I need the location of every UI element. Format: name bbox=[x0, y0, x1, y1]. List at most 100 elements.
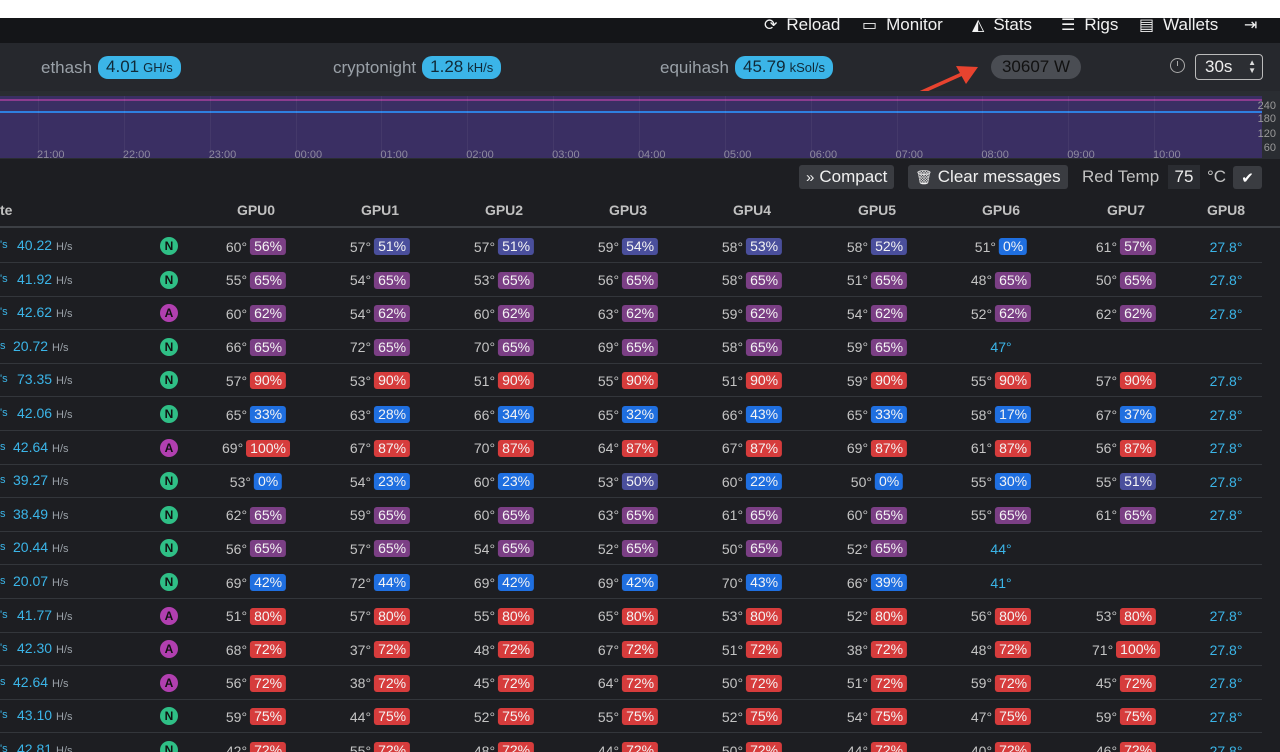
nav-stats[interactable]: ◭ Stats bbox=[972, 12, 1032, 38]
gpu-fan-badge: 23% bbox=[498, 473, 535, 491]
table-row[interactable]: 's 43.10 H/s N 59° 75% 44° 75% 52° 75% 55° 75% 52° 75… bbox=[0, 699, 1262, 734]
gpu-temperature: 69° bbox=[222, 440, 244, 457]
gpu-temperature: 67° bbox=[597, 641, 620, 658]
nav-logout[interactable]: ⇥ bbox=[1244, 12, 1266, 38]
gpu-temperature: 60° bbox=[225, 238, 248, 255]
gpu-temperature: 58° bbox=[846, 238, 869, 255]
clear-messages-button[interactable]: 🗑 Clear messages bbox=[908, 165, 1068, 189]
gpu-cell: 70° 65% bbox=[474, 338, 535, 357]
gpu-cell: 60° 23% bbox=[474, 472, 535, 491]
table-row[interactable]: s 20.44 H/s N 56° 65% 57° 65% 54° 65% 52° 65% 50° 65%… bbox=[0, 531, 1262, 566]
hashrate-chart: 21:00 22:00 23:00 00:00 01:00 02:00 03:00 04:00… bbox=[0, 91, 1280, 161]
table-row[interactable]: s 39.27 H/s N 53° 0% 54° 23% 60° 23% 53° 50% 60° 22% 5… bbox=[0, 464, 1262, 499]
table-row[interactable]: 's 73.35 H/s N 57° 90% 53° 90% 51° 90% 55° 90% 51° 90… bbox=[0, 363, 1262, 398]
gpu-temperature: 59° bbox=[1095, 708, 1118, 725]
refresh-interval-select[interactable]: 30s ▲ ▼ bbox=[1195, 54, 1263, 80]
red-temp-unit: °C bbox=[1207, 167, 1227, 186]
gpu-fan-badge: 62% bbox=[374, 305, 411, 323]
table-row[interactable]: s 20.07 H/s N 69° 42% 72° 44% 69° 42% 69° 42% 70° 43%… bbox=[0, 565, 1262, 599]
algo-equihash-unit: kSol/s bbox=[789, 60, 825, 75]
gpu-cell: 54° 23% bbox=[350, 472, 411, 491]
gpu-cell: 58° 17% bbox=[971, 405, 1032, 424]
gpu-cell: 47° bbox=[990, 338, 1011, 357]
gpu-fan-badge: 90% bbox=[871, 372, 908, 390]
nav-reload[interactable]: ⟳ Reload bbox=[764, 12, 840, 38]
gpu-temperature: 50° bbox=[1095, 272, 1118, 289]
nav-wallets[interactable]: ▤ Wallets bbox=[1139, 12, 1218, 38]
red-temp-apply-button[interactable]: ✔ bbox=[1233, 166, 1262, 189]
table-row[interactable]: 's 40.22 H/s N 60° 56% 57° 51% 57° 51% 59° 54% 58° 53… bbox=[0, 229, 1262, 263]
table-row[interactable]: s 20.72 H/s N 66° 65% 72° 65% 70° 65% 69° 65% 58° 65%… bbox=[0, 330, 1262, 364]
table-row[interactable]: 's 41.92 H/s N 55° 65% 54° 65% 53° 65% 56° 65% 58° 65… bbox=[0, 263, 1262, 297]
gpu-cell: 69° 100% bbox=[222, 439, 290, 458]
row-hashrate: 41.92 H/s bbox=[17, 271, 73, 287]
row-hashrate-value: 39.27 bbox=[13, 472, 49, 489]
double-chevron-right-icon: » bbox=[806, 168, 815, 186]
gpu-cell: 61° 65% bbox=[722, 506, 783, 525]
row-rate-unit-truncated: 's bbox=[0, 407, 8, 419]
table-row[interactable]: 's 41.77 H/s A 51° 80% 57° 80% 55° 80% 65° 80% 53° 80… bbox=[0, 599, 1262, 633]
gpu-cell: 27.8° bbox=[1210, 607, 1243, 626]
wallet-icon: ▤ bbox=[1139, 17, 1155, 34]
gpu-temperature: 58° bbox=[721, 339, 744, 356]
gpu-temperature: 65° bbox=[597, 608, 620, 625]
table-row[interactable]: 's 42.81 H/s N 42° 72% 55° 72% 48° 72% 44° 72% 50° 72… bbox=[0, 733, 1262, 752]
gpu-vendor-badge: A bbox=[160, 438, 178, 457]
algo-equihash-label: equihash bbox=[660, 57, 730, 77]
row-hashrate-unit: H/s bbox=[52, 476, 69, 489]
gpu-temperature: 51° bbox=[721, 641, 744, 658]
gpu-fan-badge: 87% bbox=[871, 439, 908, 457]
gpu-temperature: 56° bbox=[597, 272, 620, 289]
gpu-temperature: 59° bbox=[846, 372, 869, 389]
nav-monitor[interactable]: ▭ Monitor bbox=[862, 12, 943, 38]
gpu-fan-badge: 22% bbox=[746, 473, 783, 491]
gpu-cell: 51° 90% bbox=[474, 371, 535, 390]
gpu-cell: 57° 51% bbox=[474, 237, 535, 256]
chart-series-purple bbox=[0, 99, 1262, 101]
gpu-cell: 60° 65% bbox=[474, 506, 535, 525]
column-header-gpu: GPU7 bbox=[1106, 202, 1146, 218]
gpu-cell: 58° 65% bbox=[722, 271, 783, 290]
gpu-fan-badge: 65% bbox=[498, 506, 535, 524]
gpu-fan-badge: 62% bbox=[498, 305, 535, 323]
gpu-temperature: 69° bbox=[225, 574, 248, 591]
gpu-fan-badge: 65% bbox=[374, 271, 411, 289]
gpu-fan-badge: 72% bbox=[871, 641, 908, 659]
gpu-cell: 42° 72% bbox=[226, 741, 287, 752]
nav-rigs[interactable]: ☰ Rigs bbox=[1061, 12, 1118, 38]
gpu-temperature: 53° bbox=[229, 473, 251, 490]
table-row[interactable]: 's 42.06 H/s N 65° 33% 63° 28% 66° 34% 65° 32% 66° 43… bbox=[0, 397, 1262, 431]
gpu-cell: 64° 72% bbox=[598, 674, 659, 693]
gpu-fan-badge: 90% bbox=[250, 372, 287, 390]
gpu-fan-badge: 42% bbox=[498, 574, 535, 591]
gpu-fan-badge: 51% bbox=[374, 238, 411, 255]
gpu-cell: 56° 72% bbox=[226, 674, 287, 693]
gpu-cell: 57° 51% bbox=[350, 237, 411, 256]
gpu-cell: 51° 0% bbox=[975, 237, 1028, 256]
table-row[interactable]: 's 42.30 H/s A 68° 72% 37° 72% 48° 72% 67° 72% 51° 72… bbox=[0, 632, 1262, 667]
gpu-cell: 67° 72% bbox=[597, 640, 659, 659]
compact-button[interactable]: » Compact bbox=[799, 165, 895, 189]
gpu-temperature: 61° bbox=[1095, 238, 1118, 255]
gpu-fan-badge: 28% bbox=[374, 406, 411, 423]
table-row[interactable]: 's 42.62 H/s A 60° 62% 54° 62% 60° 62% 63° 62% 59° 62… bbox=[0, 296, 1262, 331]
table-row[interactable]: s 38.49 H/s N 62° 65% 59° 65% 60° 65% 63° 65% 61° 65%… bbox=[0, 498, 1262, 532]
gpu-cell: 48° 72% bbox=[474, 640, 535, 659]
row-hashrate-unit: H/s bbox=[52, 543, 69, 556]
algo-equihash: equihash 45.79 kSol/s bbox=[660, 56, 833, 79]
gpu-fan-badge: 42% bbox=[622, 574, 659, 591]
gpu-fan-badge: 65% bbox=[871, 271, 908, 289]
red-temp-input[interactable]: 75 bbox=[1168, 165, 1200, 189]
table-row[interactable]: s 42.64 H/s A 69° 100% 67° 87% 70° 87% 64° 87% 67° 87… bbox=[0, 431, 1262, 465]
gpu-cell: 50° 65% bbox=[722, 539, 783, 558]
chart-y-tick: 180 bbox=[1257, 113, 1276, 125]
gpu-fan-badge: 51% bbox=[1120, 473, 1157, 491]
gpu-temperature: 53° bbox=[473, 272, 496, 289]
gpu-cell: 27.8° bbox=[1210, 674, 1243, 693]
gpu-cell: 59° 65% bbox=[350, 506, 411, 525]
row-rate-unit-truncated: 's bbox=[0, 608, 8, 621]
gpu-temperature: 56° bbox=[970, 608, 993, 625]
table-row[interactable]: s 42.64 H/s A 56° 72% 38° 72% 45° 72% 64° 72% 50° 72%… bbox=[0, 666, 1262, 700]
gpu-cell: 53° 0% bbox=[229, 472, 283, 491]
row-rate-unit-truncated: s bbox=[0, 507, 6, 520]
